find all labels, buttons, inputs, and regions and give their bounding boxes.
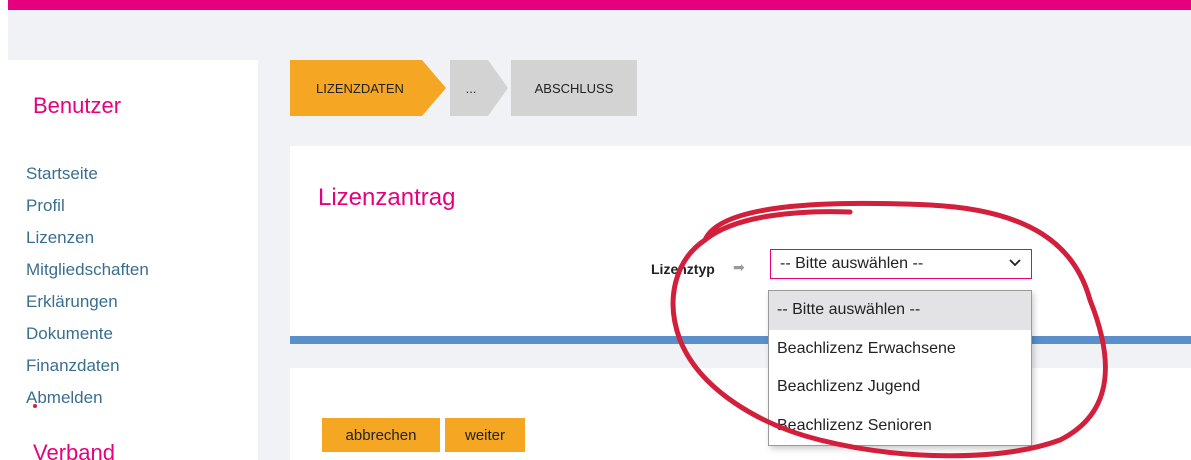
license-type-select[interactable]: -- Bitte auswählen --: [770, 249, 1032, 279]
chevron-down-icon: [1009, 259, 1021, 267]
step-ellipsis[interactable]: ...: [450, 60, 510, 116]
option-senioren[interactable]: Beachlizenz Senioren: [769, 407, 1031, 446]
next-button[interactable]: weiter: [445, 418, 525, 452]
sidebar-item-mitgliedschaften[interactable]: Mitgliedschaften: [26, 254, 149, 286]
sidebar-item-abmelden-wrap: Abmelden: [26, 382, 149, 414]
sidebar-item-finanzdaten[interactable]: Finanzdaten: [26, 350, 149, 382]
annotation-dot: [33, 404, 37, 408]
step-arrow-shape: [450, 60, 508, 116]
sidebar-item-dokumente[interactable]: Dokumente: [26, 318, 149, 350]
select-value: -- Bitte auswählen --: [780, 255, 924, 272]
section-divider: [290, 336, 1191, 344]
step-lizenzdaten[interactable]: LIZENZDATEN: [290, 60, 448, 116]
sidebar-item-profil[interactable]: Profil: [26, 190, 149, 222]
sidebar-item-erklaerungen[interactable]: Erklärungen: [26, 286, 149, 318]
step-label: ...: [465, 80, 477, 96]
top-accent-bar: [0, 0, 1191, 10]
option-placeholder[interactable]: -- Bitte auswählen --: [769, 291, 1031, 330]
cancel-button[interactable]: abbrechen: [322, 418, 440, 452]
step-label: ABSCHLUSS: [534, 80, 614, 96]
option-erwachsene[interactable]: Beachlizenz Erwachsene: [769, 330, 1031, 369]
field-label: Lizenztyp: [651, 261, 715, 277]
top-accent-stripe: [8, 0, 1191, 10]
license-type-options: -- Bitte auswählen -- Beachlizenz Erwach…: [768, 290, 1032, 446]
form-card: Lizenzantrag Lizenztyp ➡ -- Bitte auswäh…: [290, 146, 1191, 336]
option-jugend[interactable]: Beachlizenz Jugend: [769, 368, 1031, 407]
step-label: LIZENZDATEN: [316, 80, 404, 96]
arrow-right-icon: ➡: [733, 260, 745, 276]
step-abschluss[interactable]: ABSCHLUSS: [511, 60, 637, 116]
sidebar-item-startseite[interactable]: Startseite: [26, 158, 149, 190]
left-edge-strip: [0, 10, 8, 460]
page-title: Lizenzantrag: [318, 184, 456, 211]
sidebar-item-abmelden[interactable]: Abmelden: [26, 388, 103, 407]
sidebar-menu: Startseite Profil Lizenzen Mitgliedschaf…: [26, 158, 149, 414]
sidebar: Benutzer Startseite Profil Lizenzen Mitg…: [8, 60, 258, 460]
sidebar-title: Benutzer: [33, 93, 122, 118]
sidebar-item-lizenzen[interactable]: Lizenzen: [26, 222, 149, 254]
sidebar-section-title: Verband: [33, 440, 115, 460]
